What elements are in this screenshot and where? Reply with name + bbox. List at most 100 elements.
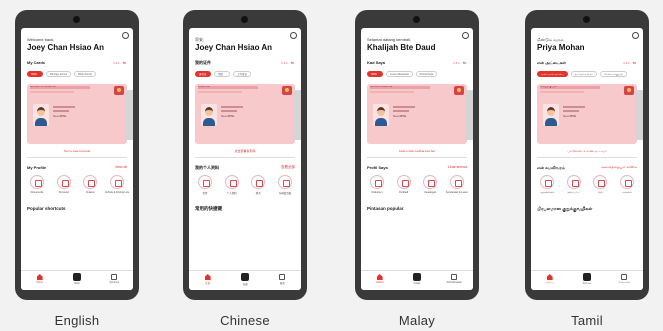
profile-tiles: Documents Personal Finance Vehicle & Drivin… xyxy=(25,175,129,194)
cards-actions-icon[interactable]: ••• ⇆ xyxy=(623,60,637,65)
crest-icon xyxy=(454,86,464,95)
profile-tile[interactable]: 车辆及驾照 xyxy=(273,175,297,195)
cards-actions-icon[interactable]: ••• ⇆ xyxy=(281,60,295,65)
profile-tile-icon xyxy=(593,175,608,189)
card-chip[interactable]: வேலை அனுமதி xyxy=(599,71,627,77)
welcome-text: Selamat datang kembali, xyxy=(367,37,412,42)
tab-label: Imbas xyxy=(413,282,421,285)
view-all-link[interactable]: View all xyxy=(115,165,127,169)
next-card-peek[interactable] xyxy=(635,90,643,140)
tap-to-view-barcode[interactable]: Tap to view barcode xyxy=(21,149,133,153)
profile-tile[interactable]: Personal xyxy=(52,175,76,194)
settings-gear-icon[interactable] xyxy=(122,32,129,39)
tab-scan[interactable]: 扫描 xyxy=(226,271,263,290)
profile-tile-icon xyxy=(396,175,411,189)
profile-tile-label: Kewangan xyxy=(424,191,437,194)
profile-tile[interactable]: 财务 xyxy=(246,175,270,195)
tab-label: 主页 xyxy=(205,282,211,285)
photo-body xyxy=(35,118,47,126)
profile-tile-icon xyxy=(566,175,581,189)
tap-to-view-barcode[interactable]: பார்கோடைக் காண தட்டவும் xyxy=(531,149,643,154)
profile-tile[interactable]: Documents xyxy=(25,175,49,194)
card-chip[interactable]: 工作准证 xyxy=(233,71,252,77)
profile-tile-label: நிதி xyxy=(598,191,603,194)
language-caption: English xyxy=(54,313,100,328)
card-id-number: S••••387E xyxy=(393,114,407,118)
card-chip[interactable]: ஓட்டுநர் உரிமம் xyxy=(570,71,597,77)
profile-tile[interactable]: Peribadi xyxy=(392,175,416,194)
card-id-number: S••••387E xyxy=(221,114,235,118)
profile-tile-icon xyxy=(30,175,44,189)
view-all-link[interactable]: அனைத்தையும் காண்க xyxy=(601,165,637,170)
cards-actions-icon[interactable]: ••• ⇆ xyxy=(113,60,127,65)
id-card[interactable]: REPUBLIK SINGAPURA S••••387E xyxy=(367,84,467,144)
section-divider xyxy=(195,157,295,158)
profile-tile[interactable]: Kewangan xyxy=(418,175,442,194)
card-subheader-band xyxy=(370,91,414,93)
tab-svc[interactable]: Services xyxy=(96,271,133,290)
next-card-peek[interactable] xyxy=(125,90,133,140)
user-name: Khalijah Bte Daud xyxy=(367,43,436,52)
profile-tile[interactable]: 个人资料 xyxy=(220,175,244,195)
card-chip[interactable]: Permit Kerja xyxy=(415,71,438,77)
tab-home[interactable]: Utama xyxy=(361,271,398,290)
profile-tile[interactable]: Kenderaan & Lesen xyxy=(445,175,469,194)
card-text-line xyxy=(221,106,243,108)
home-icon xyxy=(36,274,43,280)
profile-tile[interactable]: 文件 xyxy=(193,175,217,195)
tab-home[interactable]: முகப்பு xyxy=(531,271,568,290)
cards-title: My Cards xyxy=(27,60,46,65)
settings-gear-icon[interactable] xyxy=(462,32,469,39)
profile-tile[interactable]: Vehicle & Driving Licence xyxy=(105,175,129,194)
tab-home[interactable]: Home xyxy=(21,271,58,290)
view-all-link[interactable]: Lihat semua xyxy=(448,165,467,169)
card-chip[interactable]: 驾照 xyxy=(214,71,230,77)
card-header-band: 新加坡共和国 xyxy=(198,86,258,89)
profile-header: My Profile View all xyxy=(27,165,127,171)
tab-scan[interactable]: Imbas xyxy=(398,271,435,290)
card-id-number: S••••387E xyxy=(53,114,67,118)
profile-tile[interactable]: ஆவணங்கள் xyxy=(535,175,559,194)
card-chip[interactable]: Lesen Memandu xyxy=(386,71,413,77)
profile-tile-icon xyxy=(109,175,124,189)
tap-to-view-barcode[interactable]: 点击查看条形码 xyxy=(189,149,301,153)
profile-tile[interactable]: நிதி xyxy=(588,175,612,194)
profile-tile-label: வாகனம் xyxy=(622,191,632,194)
cards-actions-icon[interactable]: ••• ⇆ xyxy=(453,60,467,65)
tap-to-view-barcode[interactable]: Ketik untuk melihat kod bar xyxy=(361,149,473,153)
profile-tile[interactable]: தனிப்பட்ட xyxy=(562,175,586,194)
view-all-link[interactable]: 查看全部 xyxy=(281,165,295,170)
tab-svc[interactable]: Perkhidmatan xyxy=(436,271,473,290)
id-card[interactable]: சிங்கப்பூர் குடியரசு S••••387E xyxy=(537,84,637,144)
profile-tile-icon xyxy=(449,175,464,189)
tab-svc[interactable]: 服务 xyxy=(264,271,301,290)
card-chip[interactable]: NRIC xyxy=(367,71,383,77)
card-chip[interactable]: Work Permit xyxy=(74,71,96,77)
id-card[interactable]: REPUBLIC OF SINGAPORE S••••387E xyxy=(27,84,127,144)
tab-home[interactable]: 主页 xyxy=(189,271,226,290)
card-chip[interactable]: NRIC xyxy=(27,71,43,77)
next-card-peek[interactable] xyxy=(465,90,473,140)
next-card-peek[interactable] xyxy=(293,90,301,140)
profile-tile[interactable]: Finance xyxy=(78,175,102,194)
scan-icon xyxy=(582,273,591,281)
card-text-line xyxy=(563,110,579,112)
tab-scan[interactable]: Scan xyxy=(58,271,95,290)
card-text-line xyxy=(53,106,75,108)
card-photo xyxy=(543,104,559,126)
card-chip[interactable]: Driving Licence xyxy=(46,71,72,77)
settings-gear-icon[interactable] xyxy=(632,32,639,39)
card-chip[interactable]: 身份证 xyxy=(195,71,211,77)
photo-head xyxy=(377,107,385,116)
profile-tile[interactable]: Dokumen xyxy=(365,175,389,194)
settings-gear-icon[interactable] xyxy=(290,32,297,39)
id-card[interactable]: 新加坡共和国 S••••387E xyxy=(195,84,295,144)
language-caption: Tamil xyxy=(571,313,603,328)
profile-tile[interactable]: வாகனம் xyxy=(615,175,639,194)
bottom-tab-bar: 主页 扫描 服务 xyxy=(189,270,301,290)
phone-frame: 早安, Joey Chan Hsiao An 我的证件 ••• ⇆ 身份证 驾照 工作准证新… xyxy=(183,10,307,300)
tab-scan[interactable]: ஸ்கேன் xyxy=(568,271,605,290)
card-chip[interactable]: அடையாள அட்டை xyxy=(537,71,568,77)
profile-tile-label: Kenderaan & Lesen xyxy=(445,191,469,194)
tab-svc[interactable]: சேவைகள் xyxy=(606,271,643,290)
